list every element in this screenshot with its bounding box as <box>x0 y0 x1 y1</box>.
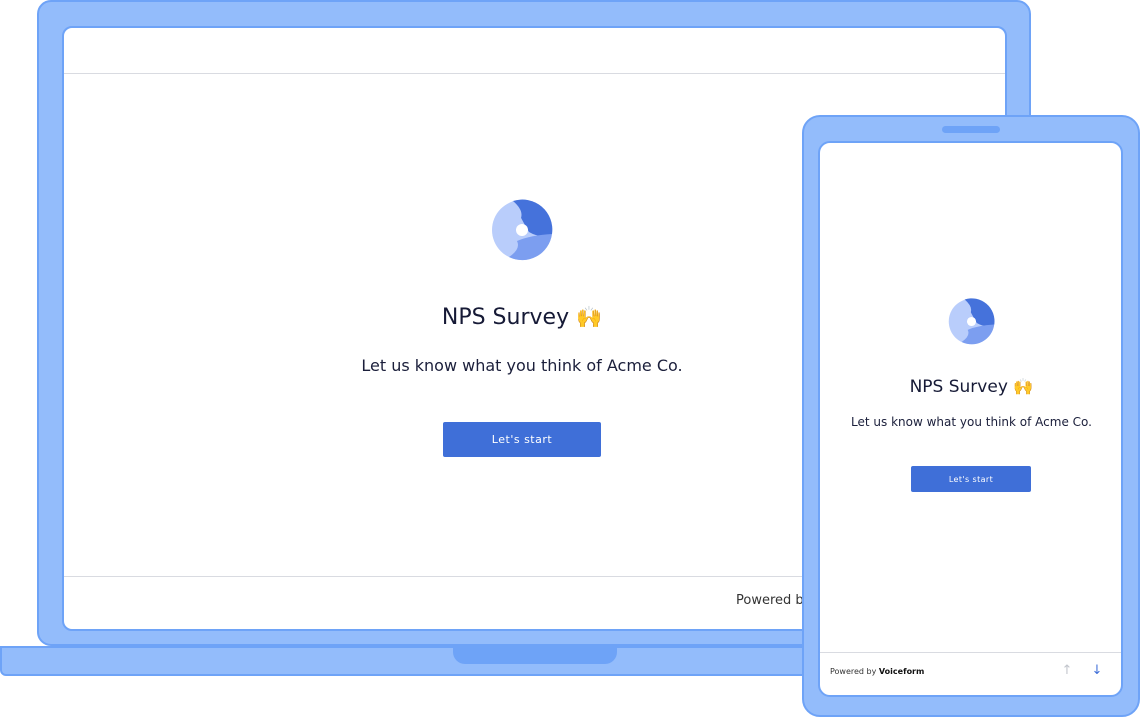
laptop-notch <box>453 648 617 664</box>
raising-hands-icon: 🙌 <box>576 305 603 329</box>
phone-lets-start-button[interactable]: Let's start <box>911 466 1031 492</box>
survey-title: NPS Survey 🙌 <box>350 305 694 330</box>
survey-title-text: NPS Survey <box>441 305 570 330</box>
phone-powered-by: Powered by Voiceform <box>830 667 924 676</box>
laptop-base <box>0 646 840 676</box>
phone-speaker <box>942 126 1000 133</box>
lets-start-button[interactable]: Let's start <box>443 422 601 457</box>
arrow-down-icon[interactable]: ↓ <box>1088 662 1106 680</box>
voiceform-logo-icon <box>492 199 553 261</box>
voiceform-brand-link[interactable]: Voiceform <box>879 667 924 676</box>
survey-subtitle: Let us know what you think of Acme Co. <box>361 356 683 375</box>
raising-hands-icon: 🙌 <box>1013 377 1034 396</box>
laptop-powered-by-text: Powered b <box>736 593 804 608</box>
phone-survey-subtitle: Let us know what you think of Acme Co. <box>851 415 1092 429</box>
voiceform-logo-icon <box>948 298 995 345</box>
phone-survey-title: NPS Survey 🙌 <box>870 377 1073 397</box>
phone-footer: Powered by Voiceform ↑ ↓ <box>820 652 1121 695</box>
phone-survey-title-text: NPS Survey <box>909 377 1008 397</box>
laptop-top-bar <box>64 28 1005 74</box>
arrow-up-icon[interactable]: ↑ <box>1058 662 1076 680</box>
powered-by-label: Powered by <box>830 667 877 676</box>
